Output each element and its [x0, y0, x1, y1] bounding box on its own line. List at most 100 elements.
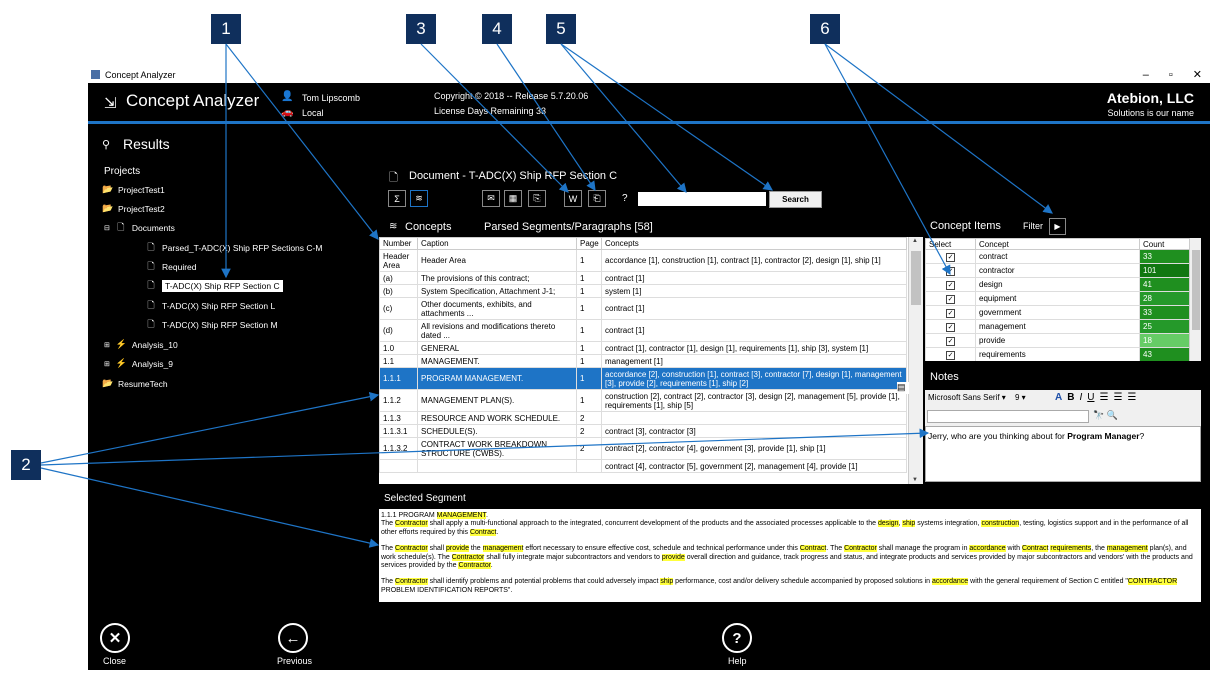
- expand-icon[interactable]: ⊞: [104, 341, 110, 349]
- underline-icon[interactable]: U: [1087, 392, 1094, 403]
- tree-item[interactable]: 🗋 Parsed_T-ADC(X) Ship RFP Sections C-M: [146, 239, 322, 256]
- tree-item[interactable]: ⊟ 🗋 Documents: [104, 219, 175, 236]
- concept-column-header[interactable]: Count: [1139, 238, 1190, 250]
- font-select[interactable]: Microsoft Sans Serif ▾: [928, 393, 1006, 402]
- table-row[interactable]: 1.1.2 MANAGEMENT PLAN(S). 1 construction [2…: [379, 389, 907, 412]
- table-row[interactable]: (a) The provisions of this contract; 1 cont…: [379, 271, 907, 285]
- export-button[interactable]: ⎘: [528, 190, 546, 207]
- results-title: Results: [123, 136, 170, 152]
- concept-row[interactable]: ✓ government 33: [925, 305, 1190, 320]
- search-input[interactable]: [638, 192, 766, 206]
- table-cell: (a): [379, 271, 418, 285]
- concept-row[interactable]: ✓ contract 33: [925, 249, 1190, 264]
- layers-button[interactable]: ≋: [410, 190, 428, 207]
- concept-row[interactable]: ✓ design 41: [925, 277, 1190, 292]
- table-row[interactable]: (d) All revisions and modifications there…: [379, 319, 907, 342]
- minimize-button[interactable]: –: [1143, 69, 1149, 81]
- align-right-icon[interactable]: ☰: [1127, 392, 1136, 403]
- tree-item[interactable]: 🗋 T-ADC(X) Ship RFP Section L: [146, 297, 275, 314]
- tree-item[interactable]: 🗋 T-ADC(X) Ship RFP Section M: [146, 316, 277, 333]
- concept-count: 28: [1139, 291, 1190, 306]
- help-question[interactable]: ?: [622, 193, 628, 204]
- scroll-thumb[interactable]: [911, 251, 921, 305]
- concept-row[interactable]: ✓ equipment 28: [925, 291, 1190, 306]
- filter-button[interactable]: ▶: [1049, 218, 1066, 235]
- notes-textbox[interactable]: Jerry, who are you thinking about for Pr…: [925, 426, 1201, 482]
- table-cell: 1.1.3.1: [379, 424, 418, 438]
- table-row[interactable]: 1.1 MANAGEMENT. 1 management [1]: [379, 354, 907, 368]
- bold-icon[interactable]: B: [1067, 392, 1074, 403]
- previous-button[interactable]: ←: [278, 623, 308, 653]
- concept-row[interactable]: ✓ contractor 101: [925, 263, 1190, 278]
- close-window-button[interactable]: ✕: [1193, 68, 1202, 81]
- concept-row[interactable]: ✓ requirements 43: [925, 347, 1190, 361]
- font-color-icon[interactable]: A: [1055, 392, 1062, 403]
- table-cell: MANAGEMENT PLAN(S).: [417, 389, 577, 412]
- concept-checkbox[interactable]: ✓: [946, 266, 955, 276]
- search-button[interactable]: Search: [769, 191, 822, 208]
- concept-column-header[interactable]: Concept: [975, 238, 1140, 250]
- tree-item[interactable]: 🗋 Required: [146, 258, 196, 275]
- scroll-down-icon[interactable]: ▼: [912, 477, 918, 483]
- tab-concepts[interactable]: Concepts: [405, 221, 451, 233]
- callout-4: 4: [482, 14, 512, 44]
- table-row[interactable]: (c) Other documents, exhibits, and attach…: [379, 297, 907, 320]
- table-cell: accordance [2], construction [1], contra…: [601, 367, 907, 390]
- note-indicator-icon[interactable]: ▤: [897, 382, 909, 394]
- email-button[interactable]: ✉: [482, 190, 500, 207]
- collapse-icon[interactable]: ⊟: [104, 224, 110, 232]
- concept-checkbox[interactable]: ✓: [946, 294, 955, 304]
- table-row[interactable]: (b) System Specification, Attachment J-1;…: [379, 284, 907, 298]
- close-circle-icon: ✕: [108, 630, 122, 647]
- table-cell: management [1]: [601, 354, 907, 368]
- table-row[interactable]: 1.1.3.2 CONTRACT WORK BREAKDOWN STRUCTURE…: [379, 437, 907, 460]
- tree-item[interactable]: 📂 ProjectTest1: [102, 181, 165, 198]
- tree-item[interactable]: 📂 ResumeTech: [102, 375, 168, 392]
- italic-icon[interactable]: I: [1079, 392, 1082, 403]
- tree-item[interactable]: 📂 ProjectTest2: [102, 200, 165, 217]
- table-row[interactable]: contract [4], contractor [5], government…: [379, 459, 907, 473]
- font-size-select[interactable]: 9 ▾: [1015, 393, 1026, 402]
- align-left-icon[interactable]: ☰: [1099, 392, 1108, 403]
- word-export-button[interactable]: W: [564, 190, 582, 207]
- tree-item[interactable]: ⊞ ⚡ Analysis_9: [104, 355, 173, 372]
- table-row[interactable]: 1.1.3 RESOURCE AND WORK SCHEDULE. 2: [379, 411, 907, 425]
- concept-name: provide: [975, 333, 1140, 348]
- concept-row[interactable]: ✓ management 25: [925, 319, 1190, 334]
- concept-items-scrollbar[interactable]: [1189, 238, 1201, 361]
- table-row[interactable]: 1.1.3.1 SCHEDULE(S). 2 contract [3], contra…: [379, 424, 907, 438]
- close-button[interactable]: ✕: [100, 623, 130, 653]
- document-export-button[interactable]: ⎗: [588, 190, 606, 207]
- concept-checkbox[interactable]: ✓: [946, 280, 955, 290]
- concept-scroll-thumb[interactable]: [1192, 250, 1200, 330]
- table-row[interactable]: 1.1.1 PROGRAM MANAGEMENT. 1 accordance [2],…: [379, 367, 907, 390]
- tree-item[interactable]: ⊞ ⚡ Analysis_10: [104, 336, 178, 353]
- font-size: 9: [1015, 393, 1020, 402]
- table-row[interactable]: Header Area Header Area 1 accordance [1], c…: [379, 249, 907, 272]
- column-header[interactable]: Page: [576, 237, 602, 250]
- column-header[interactable]: Number: [379, 237, 418, 250]
- concept-row[interactable]: ✓ provide 18: [925, 333, 1190, 348]
- concept-column-header[interactable]: Select: [925, 238, 976, 250]
- sum-button[interactable]: Σ: [388, 190, 406, 207]
- tree-item[interactable]: 🗋 T-ADC(X) Ship RFP Section C: [146, 277, 283, 294]
- table-cell: 1: [576, 271, 602, 285]
- column-header[interactable]: Concepts: [601, 237, 907, 250]
- expand-icon[interactable]: ⊞: [104, 360, 110, 368]
- table-cell: 1: [576, 354, 602, 368]
- table-row[interactable]: 1.0 GENERAL 1 contract [1], contractor [1],…: [379, 341, 907, 355]
- column-header[interactable]: Caption: [417, 237, 577, 250]
- find-binoculars-icon[interactable]: 🔭 🔍: [1093, 410, 1118, 421]
- help-button[interactable]: ?: [722, 623, 752, 653]
- maximize-button[interactable]: ▫: [1169, 69, 1173, 81]
- notes-find-input[interactable]: [927, 410, 1089, 423]
- scroll-up-icon[interactable]: ▲: [912, 238, 918, 244]
- concept-checkbox[interactable]: ✓: [946, 252, 955, 262]
- concept-checkbox[interactable]: ✓: [946, 336, 955, 346]
- calendar-button[interactable]: ▦: [504, 190, 522, 207]
- segments-scrollbar[interactable]: ▲ ▼: [908, 237, 923, 484]
- concept-checkbox[interactable]: ✓: [946, 322, 955, 332]
- concept-checkbox[interactable]: ✓: [946, 308, 955, 318]
- concept-checkbox[interactable]: ✓: [946, 350, 955, 360]
- align-center-icon[interactable]: ☰: [1113, 392, 1122, 403]
